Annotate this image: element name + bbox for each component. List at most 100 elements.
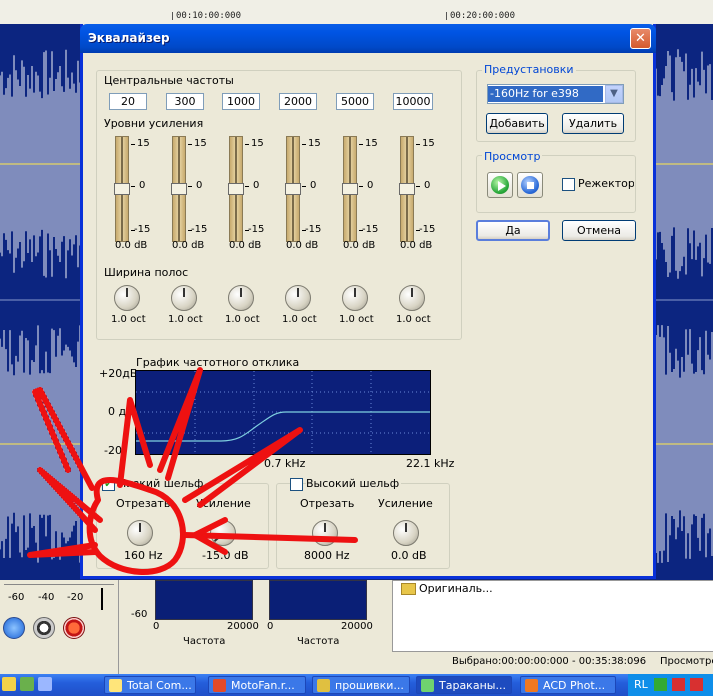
scale-label-mid: 0	[310, 180, 317, 191]
gain-slider-thumb[interactable]	[399, 183, 415, 195]
scale-label-top: 15	[137, 138, 150, 149]
taskbar-button-tarakany[interactable]: Тараканы...	[416, 676, 512, 694]
close-button[interactable]: ✕	[630, 28, 651, 49]
add-preset-button[interactable]: Добавить	[486, 113, 548, 134]
loop-button[interactable]	[3, 617, 25, 639]
gain-slider-thumb[interactable]	[228, 183, 244, 195]
knob-indicator	[354, 288, 356, 297]
low-shelf-gain-value: -15.0 dB	[202, 549, 249, 562]
reject-checkbox[interactable]	[562, 178, 575, 191]
bandwidth-value: 1.0 oct	[111, 314, 146, 325]
low-shelf-cut-knob[interactable]	[127, 520, 153, 546]
graph-ylabel-top: +20дБ	[99, 367, 138, 380]
taskbar-button-firmware[interactable]: прошивки...	[312, 676, 410, 694]
knob-indicator	[240, 288, 242, 297]
high-shelf-cut-knob[interactable]	[312, 520, 338, 546]
bandwidth-knob[interactable]	[399, 285, 425, 311]
timeline-tick	[172, 12, 173, 20]
preset-dropdown[interactable]: -160Hz for e398 ▼	[487, 84, 624, 104]
high-shelf-checkbox[interactable]	[290, 478, 303, 491]
bandwidth-value: 1.0 oct	[225, 314, 260, 325]
file-list-item[interactable]: Оригиналь...	[419, 582, 493, 595]
scale-label-bottom: -15	[191, 224, 208, 235]
gain-slider-thumb[interactable]	[285, 183, 301, 195]
dialog-title: Эквалайзер	[88, 31, 170, 45]
low-shelf-gain-label: Усиление	[196, 497, 251, 510]
center-freqs-label: Центральные частоты	[104, 74, 234, 87]
frequency-response-graph	[135, 370, 431, 455]
high-shelf-cut-value: 8000 Hz	[304, 549, 350, 562]
freq-field[interactable]: 300	[166, 93, 204, 110]
freq-field[interactable]: 1000	[222, 93, 260, 110]
dialog-titlebar[interactable]: Эквалайзер ✕	[80, 24, 656, 53]
scale-label-mid: 0	[253, 180, 260, 191]
scale-label-top: 15	[194, 138, 207, 149]
graph-title: График частотного отклика	[136, 356, 300, 369]
level-meter-panel: -60 -40 -20	[0, 580, 118, 674]
tray-icon[interactable]	[654, 678, 667, 691]
ruler-label: -40	[38, 592, 55, 603]
high-shelf-gain-label: Усиление	[378, 497, 433, 510]
high-shelf-gain-value: 0.0 dB	[391, 549, 427, 562]
timeline-ruler[interactable]: 00:10:00:000 00:20:00:000	[0, 0, 713, 25]
file-list[interactable]: Оригиналь...	[392, 580, 713, 652]
frequency-response-curve	[136, 371, 430, 454]
gain-slider-thumb[interactable]	[342, 183, 358, 195]
taskbar-label: Тараканы...	[439, 679, 506, 692]
low-shelf-gain-knob[interactable]	[210, 520, 236, 546]
folder-icon	[401, 583, 416, 595]
delete-preset-button[interactable]: Удалить	[562, 113, 624, 134]
scale-label-bottom: -15	[362, 224, 379, 235]
gain-value: 0.0 dB	[343, 240, 376, 251]
bandwidth-knob[interactable]	[342, 285, 368, 311]
scale-label-bottom: -15	[305, 224, 322, 235]
cancel-button[interactable]: Отмена	[562, 220, 636, 241]
ok-button[interactable]: Да	[476, 220, 550, 241]
taskbar-button-total-commander[interactable]: Total Com...	[104, 676, 196, 694]
stop-preview-button[interactable]	[517, 172, 543, 198]
taskbar-button-acdsee[interactable]: ACD Phot...	[520, 676, 616, 694]
graph-xlabel-end: 22.1 kHz	[406, 457, 455, 470]
knob-indicator	[126, 288, 128, 297]
scale-label-mid: 0	[424, 180, 431, 191]
taskbar-button-motofan[interactable]: MotoFan.r...	[208, 676, 306, 694]
high-shelf-gain-knob[interactable]	[393, 520, 419, 546]
low-shelf-checkbox[interactable]: ✔	[102, 478, 115, 491]
app-icon	[525, 679, 538, 692]
freq-field[interactable]: 20	[109, 93, 147, 110]
bandwidth-value: 1.0 oct	[282, 314, 317, 325]
knob-indicator	[213, 534, 223, 542]
gain-slider-thumb[interactable]	[171, 183, 187, 195]
language-indicator[interactable]: RL	[634, 678, 648, 691]
play-preview-button[interactable]	[487, 172, 513, 198]
quicklaunch-icon[interactable]	[38, 677, 52, 691]
scale-label-bottom: -15	[134, 224, 151, 235]
bandwidth-value: 1.0 oct	[396, 314, 431, 325]
quicklaunch-icon[interactable]	[20, 677, 34, 691]
app-icon	[421, 679, 434, 692]
gain-value: 0.0 dB	[229, 240, 262, 251]
bandwidth-knob[interactable]	[285, 285, 311, 311]
freq-field[interactable]: 10000	[393, 93, 433, 110]
bandwidth-value: 1.0 oct	[168, 314, 203, 325]
freq-field[interactable]: 2000	[279, 93, 317, 110]
tray-icon[interactable]	[672, 678, 685, 691]
stop-button[interactable]	[33, 617, 55, 639]
quicklaunch-icon[interactable]	[2, 677, 16, 691]
knob-indicator	[411, 288, 413, 297]
spectrum-chart-right	[269, 580, 367, 620]
timeline-label-10min: 00:10:00:000	[176, 11, 242, 21]
presets-label: Предустановки	[482, 63, 576, 76]
mini-chart-ylabel: -60	[131, 609, 148, 620]
bandwidth-knob[interactable]	[171, 285, 197, 311]
ruler-label: -60	[8, 592, 25, 603]
mini-chart-xstart: 0	[153, 621, 160, 632]
gain-slider-thumb[interactable]	[114, 183, 130, 195]
knob-indicator	[297, 288, 299, 297]
record-button[interactable]	[63, 617, 85, 639]
freq-field[interactable]: 5000	[336, 93, 374, 110]
chevron-down-icon[interactable]: ▼	[605, 85, 623, 103]
bandwidth-knob[interactable]	[228, 285, 254, 311]
tray-icon[interactable]	[690, 678, 703, 691]
bandwidth-knob[interactable]	[114, 285, 140, 311]
